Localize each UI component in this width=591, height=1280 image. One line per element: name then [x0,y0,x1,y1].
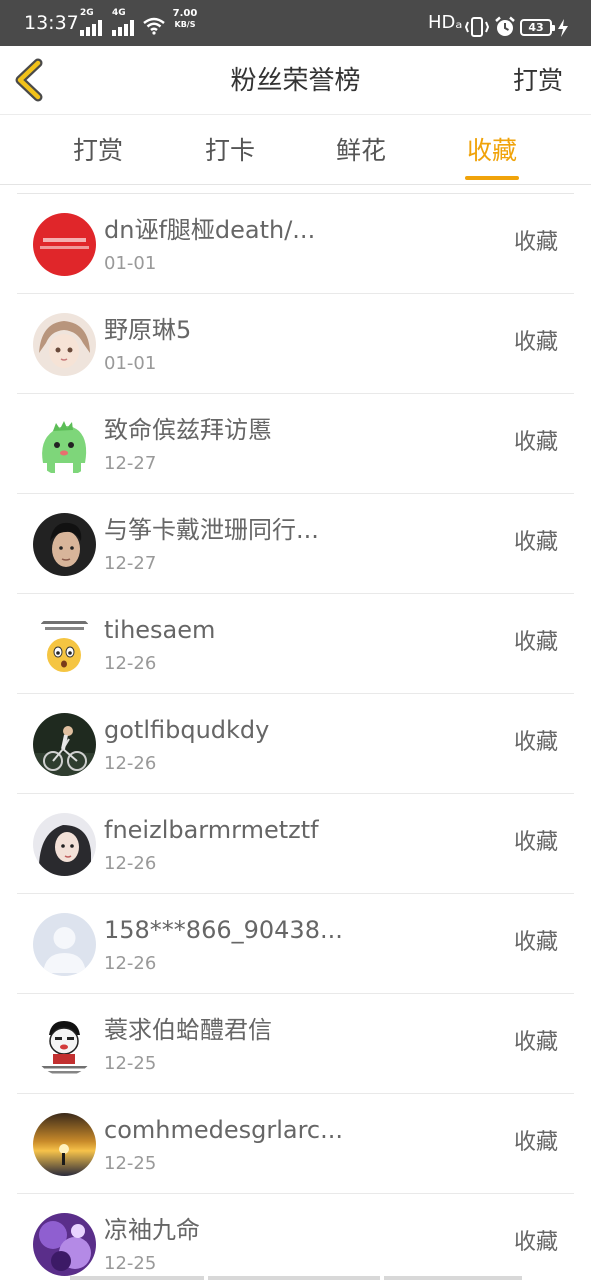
item-date: 12-25 [104,1053,157,1074]
favorite-label: 收藏 [513,630,558,655]
avatar[interactable] [33,513,96,576]
avatar[interactable] [33,213,96,276]
battery-level: 43 [528,21,544,34]
avatar[interactable] [33,913,96,976]
red-badge-avatar-icon [33,213,96,276]
favorite-label: 收藏 [513,1030,558,1055]
network-type-label: 2G [80,8,94,18]
item-date: 01-01 [104,253,157,274]
user-name: 致命傧兹拜访慝 [104,416,272,444]
status-time: 13:37 [24,12,79,34]
man-portrait-avatar-icon [33,513,96,576]
user-name: 与筝卡戴泄珊同行... [104,516,319,544]
list-item[interactable]: 野原琳5 01-01 收藏 [17,294,574,394]
speed-value: 7.00 [172,8,198,19]
favorite-label: 收藏 [513,1130,558,1155]
cyclist-avatar-icon [33,713,96,776]
item-date: 12-26 [104,653,157,674]
list-item[interactable]: dn诬f腿桠death/... 01-01 收藏 [17,194,574,294]
user-name: 野原琳5 [104,316,192,344]
list-item[interactable]: 蓑求伯蛤醴君信 12-25 收藏 [17,994,574,1094]
item-date: 01-01 [104,353,157,374]
green-dinosaur-avatar-icon [33,413,96,476]
wifi-icon [143,17,165,35]
avatar[interactable] [33,613,96,676]
favorite-label: 收藏 [513,930,558,955]
avatar[interactable] [33,813,96,876]
speed-unit: KB/S [174,20,196,29]
tab-bar: 打赏 打卡 鲜花 收藏 [0,115,591,185]
network-type-label: 4G [112,8,126,18]
favorite-label: 收藏 [513,530,558,555]
meme-face-avatar-icon [33,1013,96,1076]
favorite-label: 收藏 [513,1230,558,1255]
item-date: 12-26 [104,953,157,974]
tab-favorites[interactable]: 收藏 [432,115,552,185]
tab-checkin[interactable]: 打卡 [170,115,290,185]
tab-reward[interactable]: 打赏 [38,115,158,185]
avatar[interactable] [33,1013,96,1076]
charging-bolt-icon [558,19,568,37]
alarm-clock-icon [495,16,515,36]
user-name: fneizlbarmrmetztf [104,816,319,844]
list-item[interactable]: gotlfibqudkdy 12-26 收藏 [17,694,574,794]
user-name: tihesaem [104,616,216,644]
item-date: 12-27 [104,453,157,474]
active-tab-indicator [465,176,519,180]
avatar[interactable] [33,413,96,476]
list-item[interactable]: 凉袖九命 12-25 收藏 [17,1194,574,1280]
item-date: 12-26 [104,853,157,874]
favorite-label: 收藏 [513,230,558,255]
drawn-girl-avatar-icon [33,813,96,876]
user-name: comhmedesgrlarc... [104,1116,344,1144]
item-date: 12-26 [104,753,157,774]
app-header: 粉丝荣誉榜 打赏 [0,46,591,115]
battery-indicator: 43 [520,19,555,36]
list-item[interactable]: tihesaem 12-26 收藏 [17,594,574,694]
favorite-label: 收藏 [513,730,558,755]
list-item[interactable]: fneizlbarmrmetztf 12-26 收藏 [17,794,574,894]
favorite-label: 收藏 [513,330,558,355]
network-speed: 7.00 KB/S [170,9,200,31]
user-name: gotlfibqudkdy [104,716,270,744]
bottom-edge [0,1276,591,1280]
avatar[interactable] [33,713,96,776]
item-date: 12-25 [104,1153,157,1174]
avatar[interactable] [33,1113,96,1176]
emoji-meme-avatar-icon [33,613,96,676]
avatar[interactable] [33,1213,96,1276]
avatar[interactable] [33,313,96,376]
list-item[interactable]: comhmedesgrlarc... 12-25 收藏 [17,1094,574,1194]
item-date: 12-25 [104,1253,157,1274]
reward-button[interactable]: 打赏 [513,64,563,98]
user-name: 凉袖九命 [104,1216,200,1244]
favorite-label: 收藏 [513,830,558,855]
user-name: 蓑求伯蛤醴君信 [104,1016,272,1044]
list-item[interactable]: 致命傧兹拜访慝 12-27 收藏 [17,394,574,494]
user-name: dn诬f腿桠death/... [104,216,316,244]
sunset-avatar-icon [33,1113,96,1176]
vibrate-icon [464,17,490,37]
default-user-avatar-icon [33,913,96,976]
user-name: 158***866_90438... [104,916,343,944]
status-bar: 13:37 2G 4G 7.00 KB/S HDₐ 43 [0,0,591,46]
item-date: 12-27 [104,553,157,574]
tab-flowers[interactable]: 鲜花 [301,115,421,185]
list-item[interactable]: 158***866_90438... 12-26 收藏 [17,894,574,994]
anime-girl-avatar-icon [33,313,96,376]
list-item[interactable]: 与筝卡戴泄珊同行... 12-27 收藏 [17,494,574,594]
page-title: 粉丝荣誉榜 [230,66,361,96]
favorite-label: 收藏 [513,430,558,455]
hd-voice-label: HDₐ [428,12,463,33]
purple-art-avatar-icon [33,1213,96,1276]
